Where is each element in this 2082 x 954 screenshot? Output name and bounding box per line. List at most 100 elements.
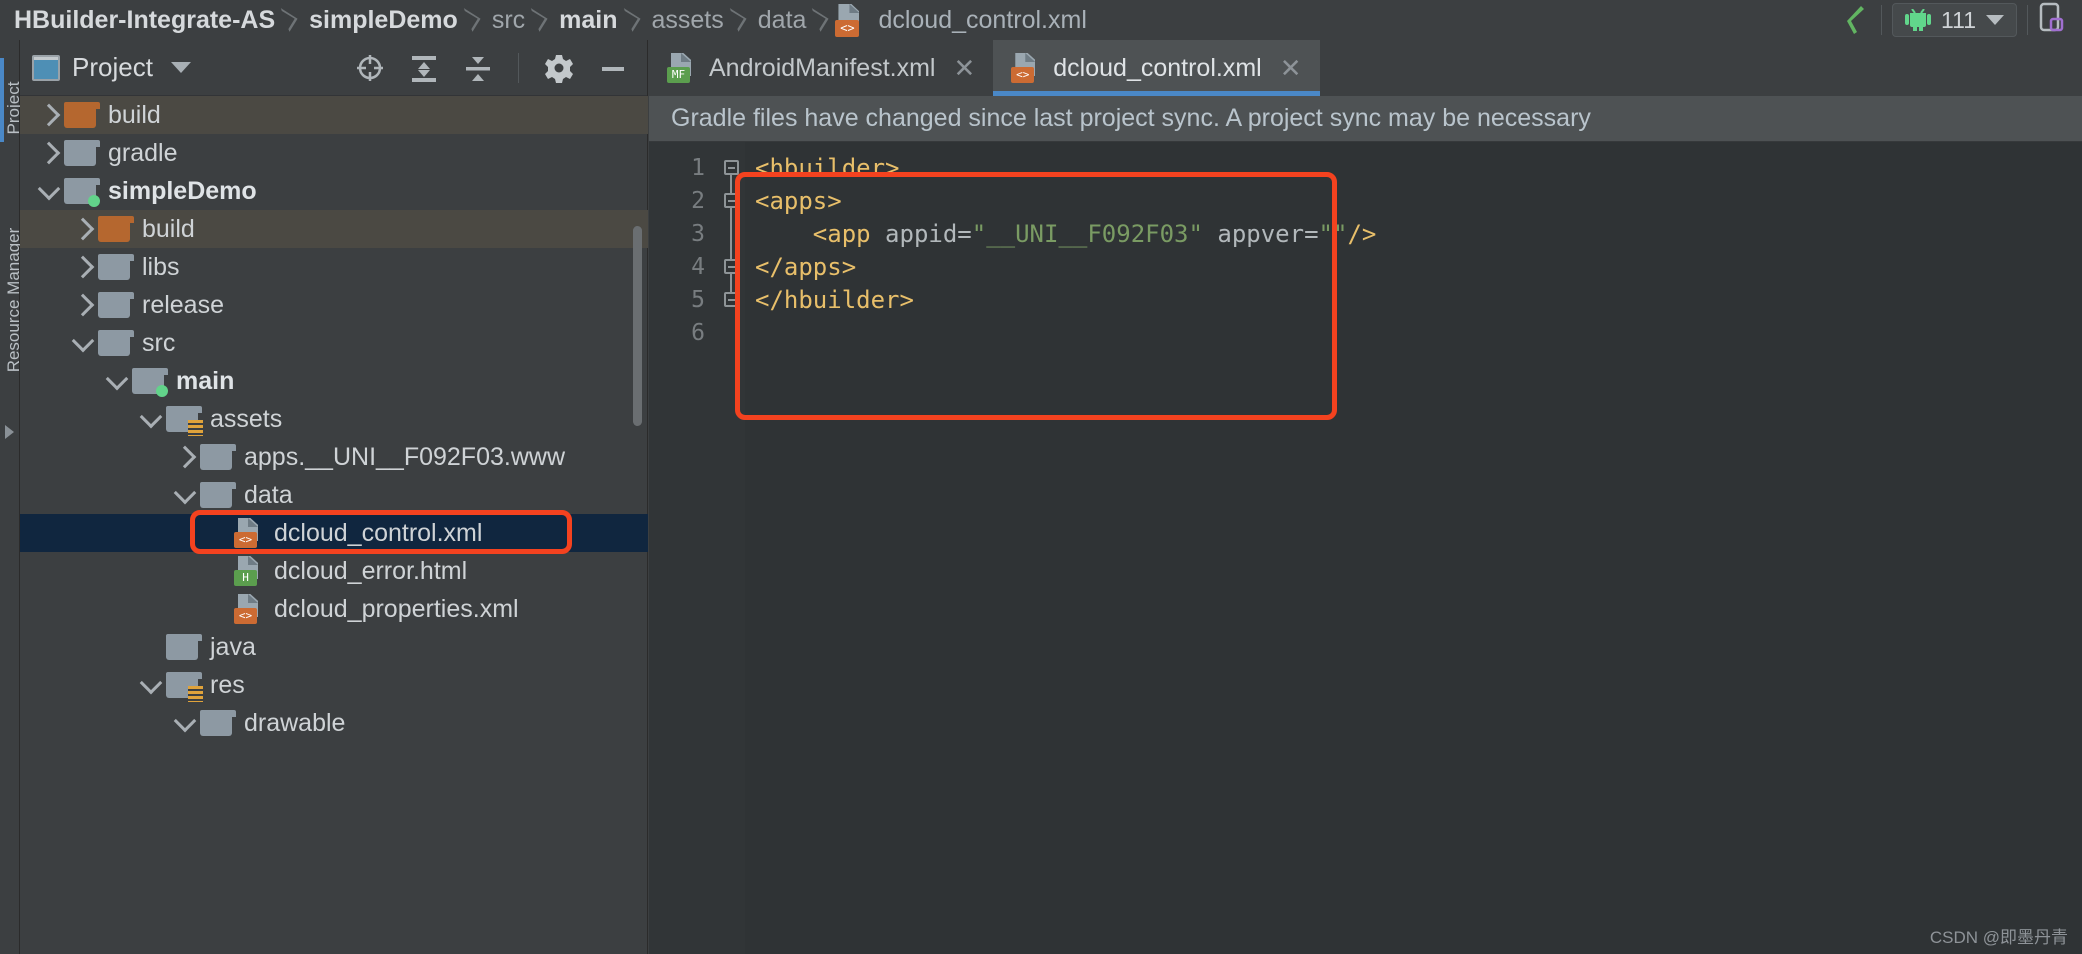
device-selector[interactable]: 111	[1892, 3, 2017, 37]
chevron-down-icon[interactable]	[136, 400, 166, 438]
breadcrumb-item-module[interactable]: simpleDemo	[303, 0, 464, 40]
manifest-badge-label: MF	[667, 67, 690, 83]
folder-icon	[200, 443, 236, 471]
tree-row[interactable]: drawable	[20, 704, 648, 742]
tree-row[interactable]: <> dcloud_properties.xml	[20, 590, 648, 628]
tree-row[interactable]: Hdcloud_error.html	[20, 552, 648, 590]
fold-marker[interactable]	[724, 292, 739, 307]
editor-area: MF AndroidManifest.xml ✕ <> dcloud_contr…	[649, 40, 2082, 954]
tree-row-label: simpleDemo	[108, 176, 257, 205]
chevron-down-icon[interactable]	[1986, 15, 2004, 25]
breadcrumb-item-src[interactable]: src	[486, 0, 531, 40]
chevron-right-icon[interactable]	[68, 210, 98, 248]
tree-row[interactable]: apps.__UNI__F092F03.www	[20, 438, 648, 476]
folder-resource-icon	[166, 405, 203, 436]
chevron-right-icon	[464, 0, 486, 40]
tree-row[interactable]: release	[20, 286, 648, 324]
chevron-down-icon[interactable]	[34, 172, 64, 210]
fold-line	[730, 274, 732, 292]
tree-row[interactable]: main	[20, 362, 648, 400]
folder-orange-icon	[98, 215, 134, 243]
folder-icon	[200, 709, 236, 737]
settings-gear-icon[interactable]	[543, 52, 575, 84]
xml-badge-label: <>	[1011, 67, 1035, 83]
chevron-right-icon[interactable]	[34, 134, 64, 172]
chevron-down-icon[interactable]	[170, 62, 191, 73]
device-manager-icon[interactable]	[2030, 0, 2082, 40]
chevron-down-icon[interactable]	[170, 476, 200, 514]
tree-row[interactable]: build	[20, 96, 648, 134]
tree-scrollbar[interactable]	[633, 226, 642, 426]
chevron-down-icon[interactable]	[170, 704, 200, 742]
chevron-right-icon[interactable]	[170, 438, 200, 476]
chevron-down-icon[interactable]	[68, 324, 98, 362]
tree-row[interactable]: src	[20, 324, 648, 362]
tree-row-label: res	[210, 670, 245, 699]
chevron-down-icon[interactable]	[102, 362, 132, 400]
code-line[interactable]: <hbuilder>	[745, 152, 2082, 185]
expand-strip-arrow-icon[interactable]	[5, 425, 14, 439]
tree-row[interactable]: simpleDemo	[20, 172, 648, 210]
breadcrumb-item-file[interactable]: dcloud_control.xml	[872, 0, 1092, 40]
chevron-right-icon	[730, 0, 752, 40]
locate-icon[interactable]	[354, 52, 386, 84]
code-line[interactable]: </apps>	[745, 251, 2082, 284]
tree-row[interactable]: gradle	[20, 134, 648, 172]
editor-tab-label: dcloud_control.xml	[1053, 53, 1262, 82]
fold-line	[730, 208, 732, 259]
code-editor[interactable]: 1 2 3 4 5 6 <hbuilder> <apps> <app appid="__UN…	[649, 142, 2082, 954]
tree-row-selected[interactable]: <> dcloud_control.xml	[20, 514, 648, 552]
tree-row-label: data	[244, 480, 293, 509]
folder-icon	[98, 253, 134, 281]
tree-row[interactable]: build	[20, 210, 648, 248]
code-line[interactable]: <apps>	[745, 185, 2082, 218]
tree-row[interactable]: java	[20, 628, 648, 666]
code-content[interactable]: <hbuilder> <apps> <app appid="__UNI__F092…	[745, 142, 2082, 954]
code-line[interactable]	[745, 317, 2082, 350]
chevron-right-icon[interactable]	[68, 248, 98, 286]
tree-row-label: libs	[142, 252, 180, 281]
chevron-right-icon	[281, 0, 303, 40]
project-panel-toolbar	[354, 52, 635, 84]
chevron-right-icon[interactable]	[34, 96, 64, 134]
project-tree[interactable]: build gradle simpleDemo build libs release src…	[20, 96, 648, 954]
breadcrumb-item-data[interactable]: data	[752, 0, 813, 40]
project-tool-window: Project build gradle simpleDemo build li…	[20, 40, 648, 954]
line-number: 3	[691, 221, 705, 247]
tree-row-label: gradle	[108, 138, 178, 167]
tree-row[interactable]: data	[20, 476, 648, 514]
fold-marker[interactable]	[724, 160, 739, 175]
editor-tab-dcloud-control[interactable]: <> dcloud_control.xml ✕	[993, 40, 1320, 96]
html-file-icon: H	[234, 556, 264, 586]
xml-badge-label: <>	[835, 20, 860, 37]
tree-row-label: dcloud_control.xml	[274, 518, 483, 547]
editor-tab-bar: MF AndroidManifest.xml ✕ <> dcloud_contr…	[649, 40, 2082, 96]
code-line[interactable]: <app appid="__UNI__F092F03" appver=""/>	[745, 218, 2082, 251]
editor-tab-androidmanifest[interactable]: MF AndroidManifest.xml ✕	[649, 40, 993, 96]
tree-row[interactable]: assets	[20, 400, 648, 438]
close-icon[interactable]: ✕	[953, 53, 975, 84]
tree-row-label: dcloud_properties.xml	[274, 594, 519, 623]
close-icon[interactable]: ✕	[1280, 53, 1302, 84]
code-line[interactable]: </hbuilder>	[745, 284, 2082, 317]
tree-row-label: assets	[210, 404, 283, 433]
collapse-all-icon[interactable]	[462, 52, 494, 84]
breadcrumb-item-main[interactable]: main	[553, 0, 623, 40]
fold-marker[interactable]	[724, 193, 739, 208]
breadcrumb-item-assets[interactable]: assets	[646, 0, 730, 40]
breadcrumb-item-project[interactable]: HBuilder-Integrate-AS	[8, 0, 281, 40]
fold-marker[interactable]	[724, 259, 739, 274]
tree-row-label: src	[142, 328, 176, 357]
build-hammer-icon[interactable]	[1823, 0, 1879, 40]
chevron-right-icon[interactable]	[68, 286, 98, 324]
expand-all-icon[interactable]	[408, 52, 440, 84]
hide-icon[interactable]	[597, 52, 629, 84]
gradle-sync-notification: Gradle files have changed since last pro…	[649, 96, 2082, 142]
device-name-label: 111	[1941, 6, 1976, 33]
tree-row[interactable]: libs	[20, 248, 648, 286]
chevron-down-icon[interactable]	[136, 666, 166, 704]
tree-row[interactable]: res	[20, 666, 648, 704]
code-folding-gutter[interactable]	[719, 142, 745, 954]
fold-line	[730, 175, 732, 193]
